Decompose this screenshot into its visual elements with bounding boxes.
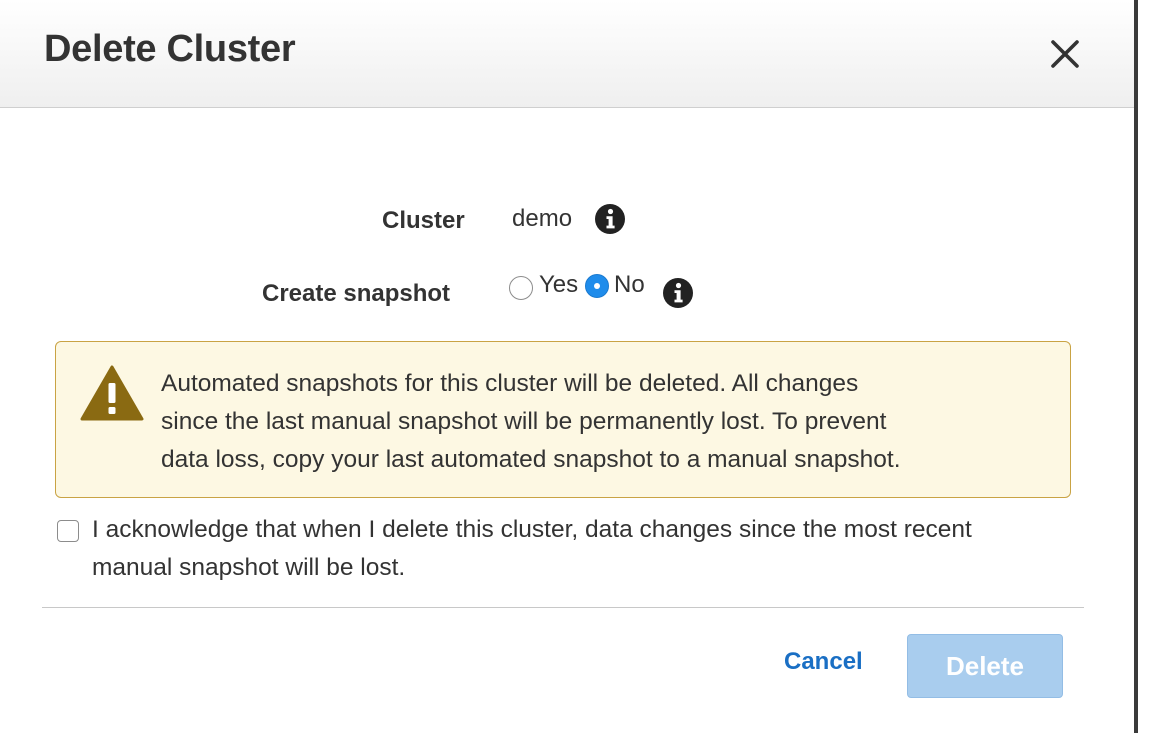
cluster-value: demo <box>512 205 573 232</box>
footer-divider <box>42 607 1084 608</box>
snapshot-yes-radio[interactable] <box>509 276 533 300</box>
close-button[interactable] <box>1040 30 1088 78</box>
acknowledge-label[interactable]: I acknowledge that when I delete this cl… <box>92 511 1092 587</box>
acknowledge-line: manual snapshot will be lost. <box>92 554 406 581</box>
warning-line: Automated snapshots for this cluster wil… <box>161 370 859 397</box>
warning-message: Automated snapshots for this cluster wil… <box>161 365 1061 479</box>
cluster-label: Cluster <box>382 207 465 234</box>
delete-cluster-dialog: Delete Cluster Cluster demo Create snaps… <box>0 0 1138 733</box>
warning-line: since the last manual snapshot will be p… <box>161 408 887 435</box>
dialog-header: Delete Cluster <box>0 0 1134 108</box>
create-snapshot-label: Create snapshot <box>262 280 451 307</box>
warning-alert: Automated snapshots for this cluster wil… <box>55 341 1071 498</box>
acknowledge-checkbox[interactable] <box>57 520 79 542</box>
dialog-title: Delete Cluster <box>44 28 296 70</box>
warning-line: data loss, copy your last automated snap… <box>161 446 901 473</box>
snapshot-info-icon[interactable] <box>662 277 694 309</box>
warning-icon <box>80 365 144 421</box>
cluster-info-icon[interactable] <box>594 203 626 235</box>
close-icon <box>1051 40 1079 68</box>
snapshot-no-radio[interactable] <box>585 274 609 298</box>
delete-button[interactable]: Delete <box>907 634 1063 698</box>
snapshot-yes-label[interactable]: Yes <box>539 271 578 299</box>
background-edge <box>1138 0 1156 733</box>
snapshot-no-label[interactable]: No <box>614 271 645 299</box>
cancel-button[interactable]: Cancel <box>784 648 863 676</box>
acknowledge-line: I acknowledge that when I delete this cl… <box>92 516 972 543</box>
